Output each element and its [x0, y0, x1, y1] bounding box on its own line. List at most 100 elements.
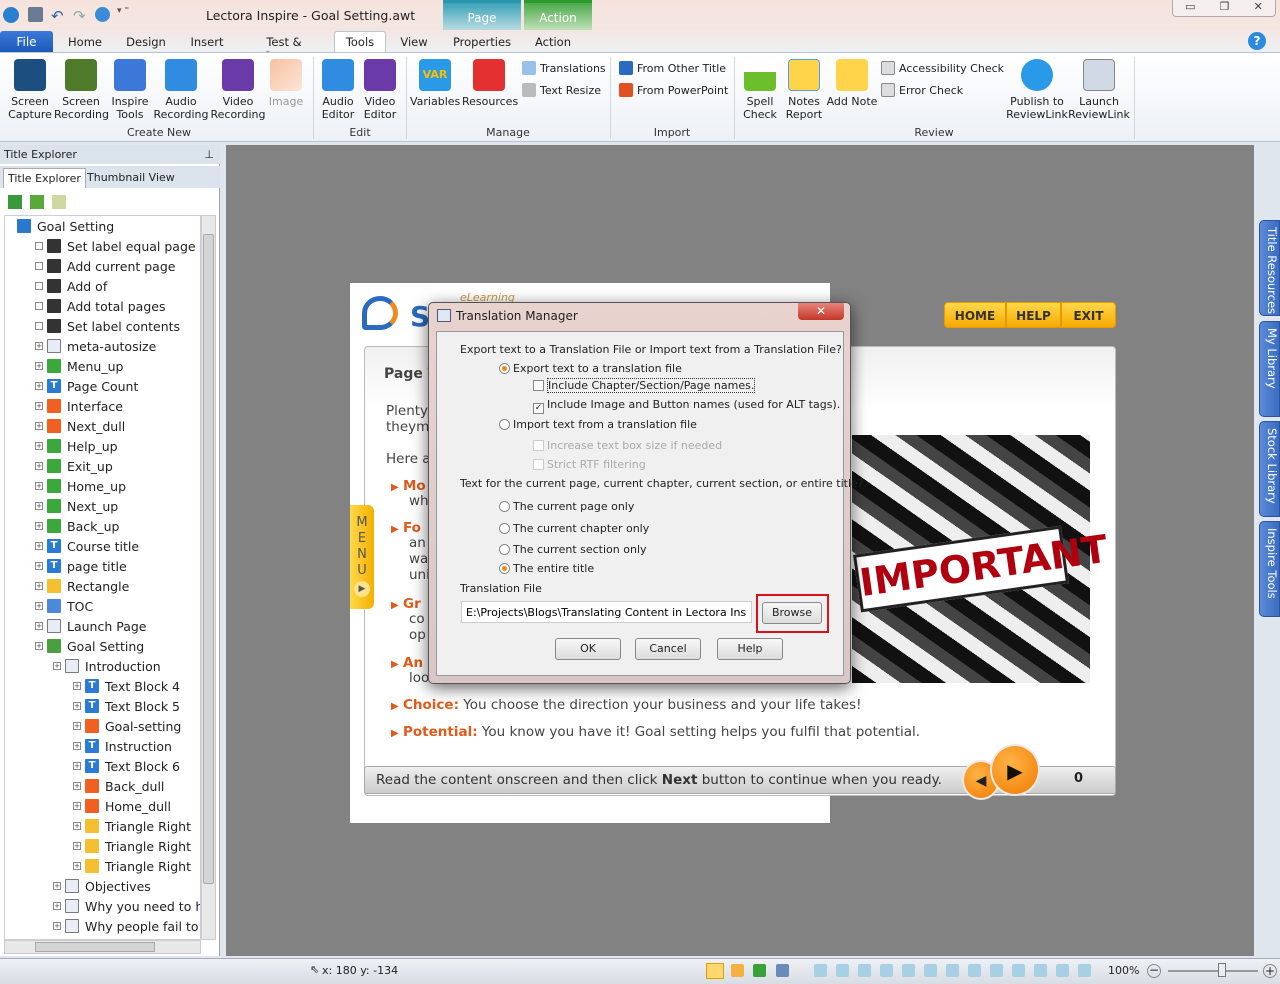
expand-toggle[interactable]: +	[35, 562, 43, 570]
tree-item[interactable]: + T Text Block 4	[73, 676, 180, 696]
add-section-icon[interactable]	[30, 195, 44, 209]
close-button[interactable]: ✕	[1254, 0, 1263, 16]
tree-item[interactable]: + Triangle Right	[73, 856, 191, 876]
tree-item[interactable]: + Exit_up	[35, 456, 113, 476]
expand-toggle[interactable]: +	[35, 542, 43, 550]
expand-toggle[interactable]: +	[35, 622, 43, 630]
tab-properties[interactable]: Properties	[448, 32, 516, 53]
expand-toggle[interactable]: +	[73, 722, 81, 730]
zoom-out-button[interactable]: −	[1147, 964, 1161, 978]
expand-toggle[interactable]: +	[35, 482, 43, 490]
expand-toggle[interactable]: +	[73, 682, 81, 690]
add-page-icon[interactable]	[52, 195, 66, 209]
tree-item[interactable]: + Goal Setting	[35, 636, 144, 656]
expand-toggle[interactable]: +	[35, 342, 43, 350]
menu-tab[interactable]: MENU ▶	[350, 505, 374, 609]
side-tab-title-resources[interactable]: Title Resources	[1259, 220, 1280, 316]
expand-toggle[interactable]	[35, 242, 43, 250]
next-button[interactable]: ▶	[990, 744, 1040, 796]
align-tool-icon[interactable]	[814, 964, 827, 977]
strict-rtf-checkbox[interactable]: Strict RTF filtering	[533, 458, 646, 471]
preview-mode-icon[interactable]	[753, 964, 766, 977]
expand-toggle[interactable]: +	[35, 402, 43, 410]
screen-capture-button[interactable]: Screen Capture	[6, 59, 54, 121]
tree-item[interactable]: + Back_up	[35, 516, 119, 536]
tab-design[interactable]: Design	[122, 32, 170, 53]
launch-reviewlink-button[interactable]: Launch ReviewLink	[1068, 59, 1130, 121]
publish-to-reviewlink-button[interactable]: Publish to ReviewLink	[1004, 59, 1070, 121]
run-mode-icon[interactable]	[731, 964, 744, 977]
tree-item[interactable]: + T Text Block 5	[73, 696, 180, 716]
expand-toggle[interactable]: +	[35, 522, 43, 530]
minimize-button[interactable]: ▭	[1185, 0, 1195, 16]
video-editor-button[interactable]: Video Editor	[360, 59, 400, 121]
notes-report-button[interactable]: Notes Report	[784, 59, 824, 121]
expand-toggle[interactable]: +	[35, 422, 43, 430]
tab-thumbnail-view[interactable]: Thumbnail View	[83, 168, 179, 188]
audio-editor-button[interactable]: Audio Editor	[318, 59, 358, 121]
tree-item[interactable]: Set label contents	[35, 316, 180, 336]
expand-toggle[interactable]: +	[35, 382, 43, 390]
side-tab-inspire-tools[interactable]: Inspire Tools	[1259, 521, 1280, 617]
save-icon[interactable]	[28, 7, 43, 22]
expand-toggle[interactable]: +	[35, 462, 43, 470]
expand-toggle[interactable]: +	[73, 842, 81, 850]
image-button[interactable]: Image	[266, 59, 306, 108]
expand-toggle[interactable]: +	[73, 742, 81, 750]
screen-recording-button[interactable]: Screen Recording	[54, 59, 109, 121]
expand-toggle[interactable]: +	[73, 862, 81, 870]
tree-item[interactable]: + Launch Page	[35, 616, 147, 636]
tree-item[interactable]: + Home_up	[35, 476, 126, 496]
spell-check-button[interactable]: Spell Check	[738, 59, 782, 121]
increase-text-box-checkbox[interactable]: Increase text box size if needed	[533, 439, 722, 452]
inspire-tools-button[interactable]: Inspire Tools	[108, 59, 152, 121]
tree-item[interactable]: Add of	[35, 276, 107, 296]
undo-icon[interactable]: ↶	[51, 7, 64, 25]
exit-nav-button[interactable]: EXIT	[1061, 302, 1116, 328]
expand-toggle[interactable]: +	[35, 502, 43, 510]
from-other-title-button[interactable]: From Other Title	[619, 61, 726, 75]
audio-recording-button[interactable]: Audio Recording	[152, 59, 210, 121]
tree-item[interactable]: + TOC	[35, 596, 93, 616]
expand-toggle[interactable]: +	[35, 582, 43, 590]
expand-toggle[interactable]: +	[73, 762, 81, 770]
publish-icon[interactable]	[95, 7, 110, 22]
tree-item[interactable]: + T Text Block 6	[73, 756, 180, 776]
pin-icon[interactable]: ⊥	[204, 148, 214, 161]
add-chapter-icon[interactable]	[8, 195, 22, 209]
tree-item[interactable]: + Rectangle	[35, 576, 129, 596]
cancel-button[interactable]: Cancel	[635, 638, 701, 660]
align-tool-icon[interactable]	[1078, 964, 1091, 977]
expand-toggle[interactable]: +	[73, 802, 81, 810]
align-tool-icon[interactable]	[902, 964, 915, 977]
tree-item[interactable]: + Triangle Right	[73, 816, 191, 836]
align-tool-icon[interactable]	[880, 964, 893, 977]
expand-toggle[interactable]: +	[35, 642, 43, 650]
include-image-names-checkbox[interactable]: ✓ Include Image and Button names (used fo…	[533, 398, 840, 414]
expand-toggle[interactable]: +	[35, 362, 43, 370]
include-names-checkbox[interactable]: Include Chapter/Section/Page names.	[533, 378, 756, 393]
zoom-in-button[interactable]: +	[1263, 964, 1277, 978]
tree-item[interactable]: + T Page Count	[35, 376, 138, 396]
variables-button[interactable]: VAR Variables	[410, 59, 460, 108]
expand-toggle[interactable]	[35, 322, 43, 330]
home-nav-button[interactable]: HOME	[944, 302, 1006, 328]
align-tool-icon[interactable]	[836, 964, 849, 977]
scope-current-chapter-radio[interactable]: The current chapter only	[499, 522, 649, 535]
expand-toggle[interactable]: +	[73, 822, 81, 830]
scrollbar-thumb[interactable]	[35, 942, 155, 952]
tab-tools[interactable]: Tools	[334, 31, 386, 54]
tree-item[interactable]: Add current page	[35, 256, 175, 276]
resources-button[interactable]: Resources	[462, 59, 518, 108]
side-tab-stock-library[interactable]: Stock Library	[1259, 421, 1280, 517]
tree-item[interactable]: + Why people fail to ac	[53, 916, 200, 936]
redo-icon[interactable]: ↷	[73, 7, 86, 25]
zoom-slider[interactable]	[1168, 970, 1258, 972]
tree-item[interactable]: + Next_up	[35, 496, 118, 516]
align-tool-icon[interactable]	[990, 964, 1003, 977]
ok-button[interactable]: OK	[555, 638, 621, 660]
expand-toggle[interactable]: +	[53, 662, 61, 670]
expand-toggle[interactable]: +	[35, 602, 43, 610]
tab-file[interactable]: File	[0, 31, 53, 53]
help-button[interactable]: Help	[717, 638, 783, 660]
